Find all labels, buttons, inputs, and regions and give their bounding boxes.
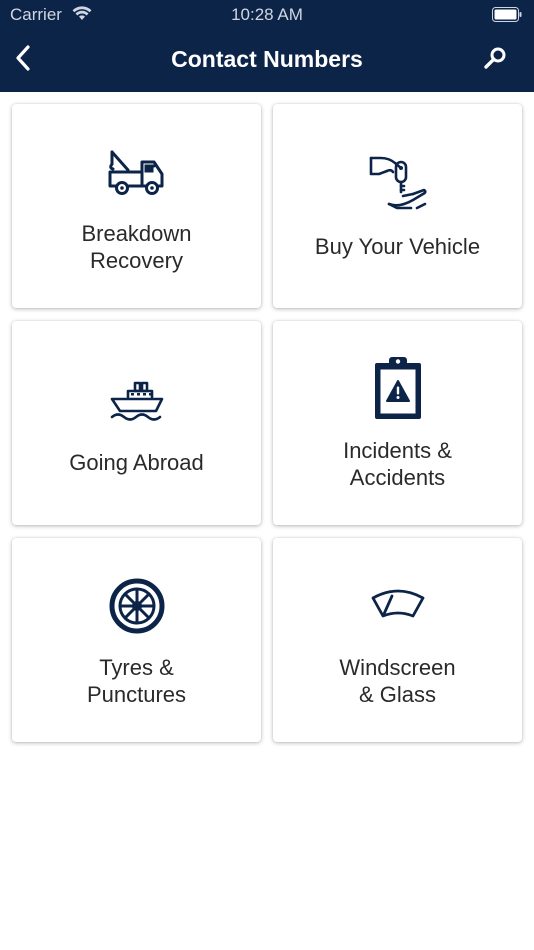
- tile-label: Windscreen & Glass: [339, 655, 456, 707]
- tile-windscreen-glass[interactable]: Windscreen & Glass: [273, 538, 522, 742]
- tile-going-abroad[interactable]: Going Abroad: [12, 321, 261, 525]
- status-bar: Carrier 10:28 AM: [0, 0, 534, 30]
- page-title: Contact Numbers: [171, 46, 363, 72]
- nav-bar: Contact Numbers: [0, 30, 534, 92]
- tow-truck-icon: [108, 148, 166, 201]
- clipboard-warning-icon: [373, 355, 423, 426]
- ferry-icon: [110, 379, 164, 428]
- tile-tyres-punctures[interactable]: Tyres & Punctures: [12, 538, 261, 742]
- status-time: 10:28 AM: [231, 5, 303, 24]
- tile-incidents-accidents[interactable]: Incidents & Accidents: [273, 321, 522, 525]
- tile-breakdown-recovery[interactable]: Breakdown Recovery: [12, 104, 261, 308]
- tile-buy-your-vehicle[interactable]: Buy Your Vehicle: [273, 104, 522, 308]
- tile-label: Going Abroad: [69, 450, 204, 475]
- tile-label: Buy Your Vehicle: [314, 234, 481, 259]
- app-header: Carrier 10:28 AM Contact Numbers: [0, 0, 534, 92]
- tile-label: Incidents & Accidents: [343, 438, 452, 490]
- windscreen-icon: [370, 586, 426, 625]
- wheel-icon: [109, 578, 165, 639]
- key-handover-icon: [369, 154, 427, 219]
- search-icon: [483, 46, 507, 75]
- tile-label: Tyres & Punctures: [86, 655, 187, 707]
- tile-label: Breakdown Recovery: [81, 221, 192, 273]
- search-button[interactable]: [478, 43, 512, 77]
- battery-icon: [492, 7, 522, 27]
